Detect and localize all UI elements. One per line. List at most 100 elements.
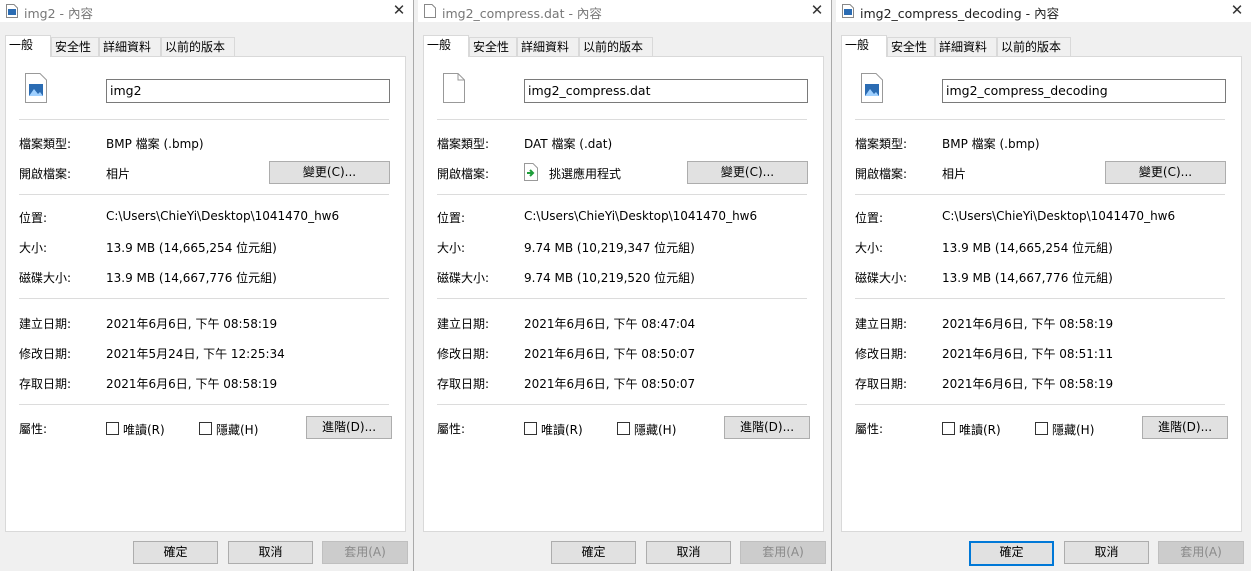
tab-details[interactable]: 詳細資料	[99, 37, 161, 56]
separator	[437, 404, 807, 405]
cancel-button[interactable]: 取消	[228, 541, 313, 564]
ok-button[interactable]: 確定	[551, 541, 636, 564]
accessed-label: 存取日期:	[855, 377, 908, 391]
properties-dialog-img2: img2 - 內容 ✕ 一般 安全性 詳細資料 以前的版本 img2 檔案類型:…	[0, 0, 413, 571]
advanced-button[interactable]: 進階(D)...	[724, 416, 810, 439]
title-bar[interactable]: img2_compress.dat - 內容 ✕	[418, 0, 831, 22]
modified-label: 修改日期:	[19, 347, 72, 361]
created-label: 建立日期:	[437, 317, 490, 331]
created-value: 2021年6月6日, 下午 08:47:04	[524, 317, 696, 331]
tab-general[interactable]: 一般	[423, 35, 469, 57]
accessed-value: 2021年6月6日, 下午 08:58:19	[106, 377, 278, 391]
separator	[19, 119, 389, 120]
bmp-file-icon	[842, 4, 854, 18]
hidden-checkbox[interactable]	[617, 422, 630, 435]
location-value: C:\Users\ChieYi\Desktop\1041470_hw6	[106, 209, 340, 223]
size-on-disk-label: 磁碟大小:	[437, 271, 490, 285]
open-with-value: 相片	[106, 167, 131, 181]
screen: img2 - 內容 ✕ 一般 安全性 詳細資料 以前的版本 img2 檔案類型:…	[0, 0, 1251, 571]
hidden-label[interactable]: 隱藏(H)	[634, 421, 676, 438]
readonly-checkbox[interactable]	[524, 422, 537, 435]
ok-button[interactable]: 確定	[133, 541, 218, 564]
cancel-button[interactable]: 取消	[1064, 541, 1149, 564]
tab-general[interactable]: 一般	[841, 35, 887, 57]
bmp-file-icon	[861, 73, 883, 103]
tab-security[interactable]: 安全性	[469, 37, 517, 56]
apply-button[interactable]: 套用(A)	[1158, 541, 1244, 564]
attributes-label: 屬性:	[19, 422, 48, 436]
ok-button[interactable]: 確定	[969, 541, 1054, 566]
readonly-label[interactable]: 唯讀(R)	[123, 421, 165, 438]
location-value: C:\Users\ChieYi\Desktop\1041470_hw6	[942, 209, 1176, 223]
cancel-button[interactable]: 取消	[646, 541, 731, 564]
modified-value: 2021年6月6日, 下午 08:51:11	[942, 347, 1114, 361]
window-title: img2_compress_decoding - 內容	[860, 6, 1060, 21]
size-on-disk-value: 13.9 MB (14,667,776 位元組)	[942, 271, 1113, 285]
close-button[interactable]: ✕	[1227, 0, 1247, 20]
hidden-label[interactable]: 隱藏(H)	[1052, 421, 1094, 438]
size-on-disk-value: 9.74 MB (10,219,520 位元組)	[524, 271, 695, 285]
tab-details[interactable]: 詳細資料	[517, 37, 579, 56]
file-type-label: 檔案類型:	[855, 137, 908, 151]
file-name-input[interactable]: img2	[106, 79, 390, 103]
attributes-label: 屬性:	[855, 422, 884, 436]
size-value: 13.9 MB (14,665,254 位元組)	[942, 241, 1113, 255]
size-value: 13.9 MB (14,665,254 位元組)	[106, 241, 277, 255]
location-label: 位置:	[19, 211, 48, 225]
separator	[855, 404, 1225, 405]
readonly-checkbox[interactable]	[106, 422, 119, 435]
separator	[19, 194, 389, 195]
tab-previous-versions[interactable]: 以前的版本	[997, 37, 1071, 56]
close-button[interactable]: ✕	[389, 0, 409, 20]
location-label: 位置:	[855, 211, 884, 225]
open-with-label: 開啟檔案:	[437, 167, 490, 181]
apply-button[interactable]: 套用(A)	[322, 541, 408, 564]
change-button[interactable]: 變更(C)...	[269, 161, 390, 184]
separator	[19, 298, 389, 299]
file-name-input[interactable]: img2_compress.dat	[524, 79, 808, 103]
window-border	[831, 0, 832, 571]
close-button[interactable]: ✕	[807, 0, 827, 20]
accessed-value: 2021年6月6日, 下午 08:50:07	[524, 377, 696, 391]
created-label: 建立日期:	[855, 317, 908, 331]
change-button[interactable]: 變更(C)...	[1105, 161, 1226, 184]
readonly-label[interactable]: 唯讀(R)	[541, 421, 583, 438]
attributes-label: 屬性:	[437, 422, 466, 436]
modified-label: 修改日期:	[855, 347, 908, 361]
hidden-checkbox[interactable]	[199, 422, 212, 435]
location-label: 位置:	[437, 211, 466, 225]
separator	[855, 298, 1225, 299]
accessed-value: 2021年6月6日, 下午 08:58:19	[942, 377, 1114, 391]
advanced-button[interactable]: 進階(D)...	[1142, 416, 1228, 439]
general-panel: img2_compress.dat 檔案類型: DAT 檔案 (.dat) 開啟…	[423, 56, 824, 532]
tab-general[interactable]: 一般	[5, 35, 51, 57]
readonly-checkbox[interactable]	[942, 422, 955, 435]
file-type-label: 檔案類型:	[19, 137, 72, 151]
tab-previous-versions[interactable]: 以前的版本	[579, 37, 653, 56]
separator	[855, 119, 1225, 120]
tab-security[interactable]: 安全性	[887, 37, 935, 56]
choose-app-icon	[524, 163, 538, 181]
window-border	[413, 0, 414, 571]
tab-previous-versions[interactable]: 以前的版本	[161, 37, 235, 56]
title-bar[interactable]: img2_compress_decoding - 內容 ✕	[836, 0, 1251, 22]
file-name-input[interactable]: img2_compress_decoding	[942, 79, 1226, 103]
tab-security[interactable]: 安全性	[51, 37, 99, 56]
created-value: 2021年6月6日, 下午 08:58:19	[942, 317, 1114, 331]
change-button[interactable]: 變更(C)...	[687, 161, 808, 184]
window-title: img2_compress.dat - 內容	[442, 6, 602, 21]
advanced-button[interactable]: 進階(D)...	[306, 416, 392, 439]
title-bar[interactable]: img2 - 內容 ✕	[0, 0, 413, 22]
hidden-label[interactable]: 隱藏(H)	[216, 421, 258, 438]
accessed-label: 存取日期:	[19, 377, 72, 391]
apply-button[interactable]: 套用(A)	[740, 541, 826, 564]
general-panel: img2_compress_decoding 檔案類型: BMP 檔案 (.bm…	[841, 56, 1242, 532]
readonly-label[interactable]: 唯讀(R)	[959, 421, 1001, 438]
file-type-value: BMP 檔案 (.bmp)	[106, 137, 204, 151]
general-panel: img2 檔案類型: BMP 檔案 (.bmp) 開啟檔案: 相片 變更(C).…	[5, 56, 406, 532]
hidden-checkbox[interactable]	[1035, 422, 1048, 435]
size-label: 大小:	[437, 241, 466, 255]
separator	[855, 194, 1225, 195]
file-type-value: DAT 檔案 (.dat)	[524, 137, 613, 151]
tab-details[interactable]: 詳細資料	[935, 37, 997, 56]
